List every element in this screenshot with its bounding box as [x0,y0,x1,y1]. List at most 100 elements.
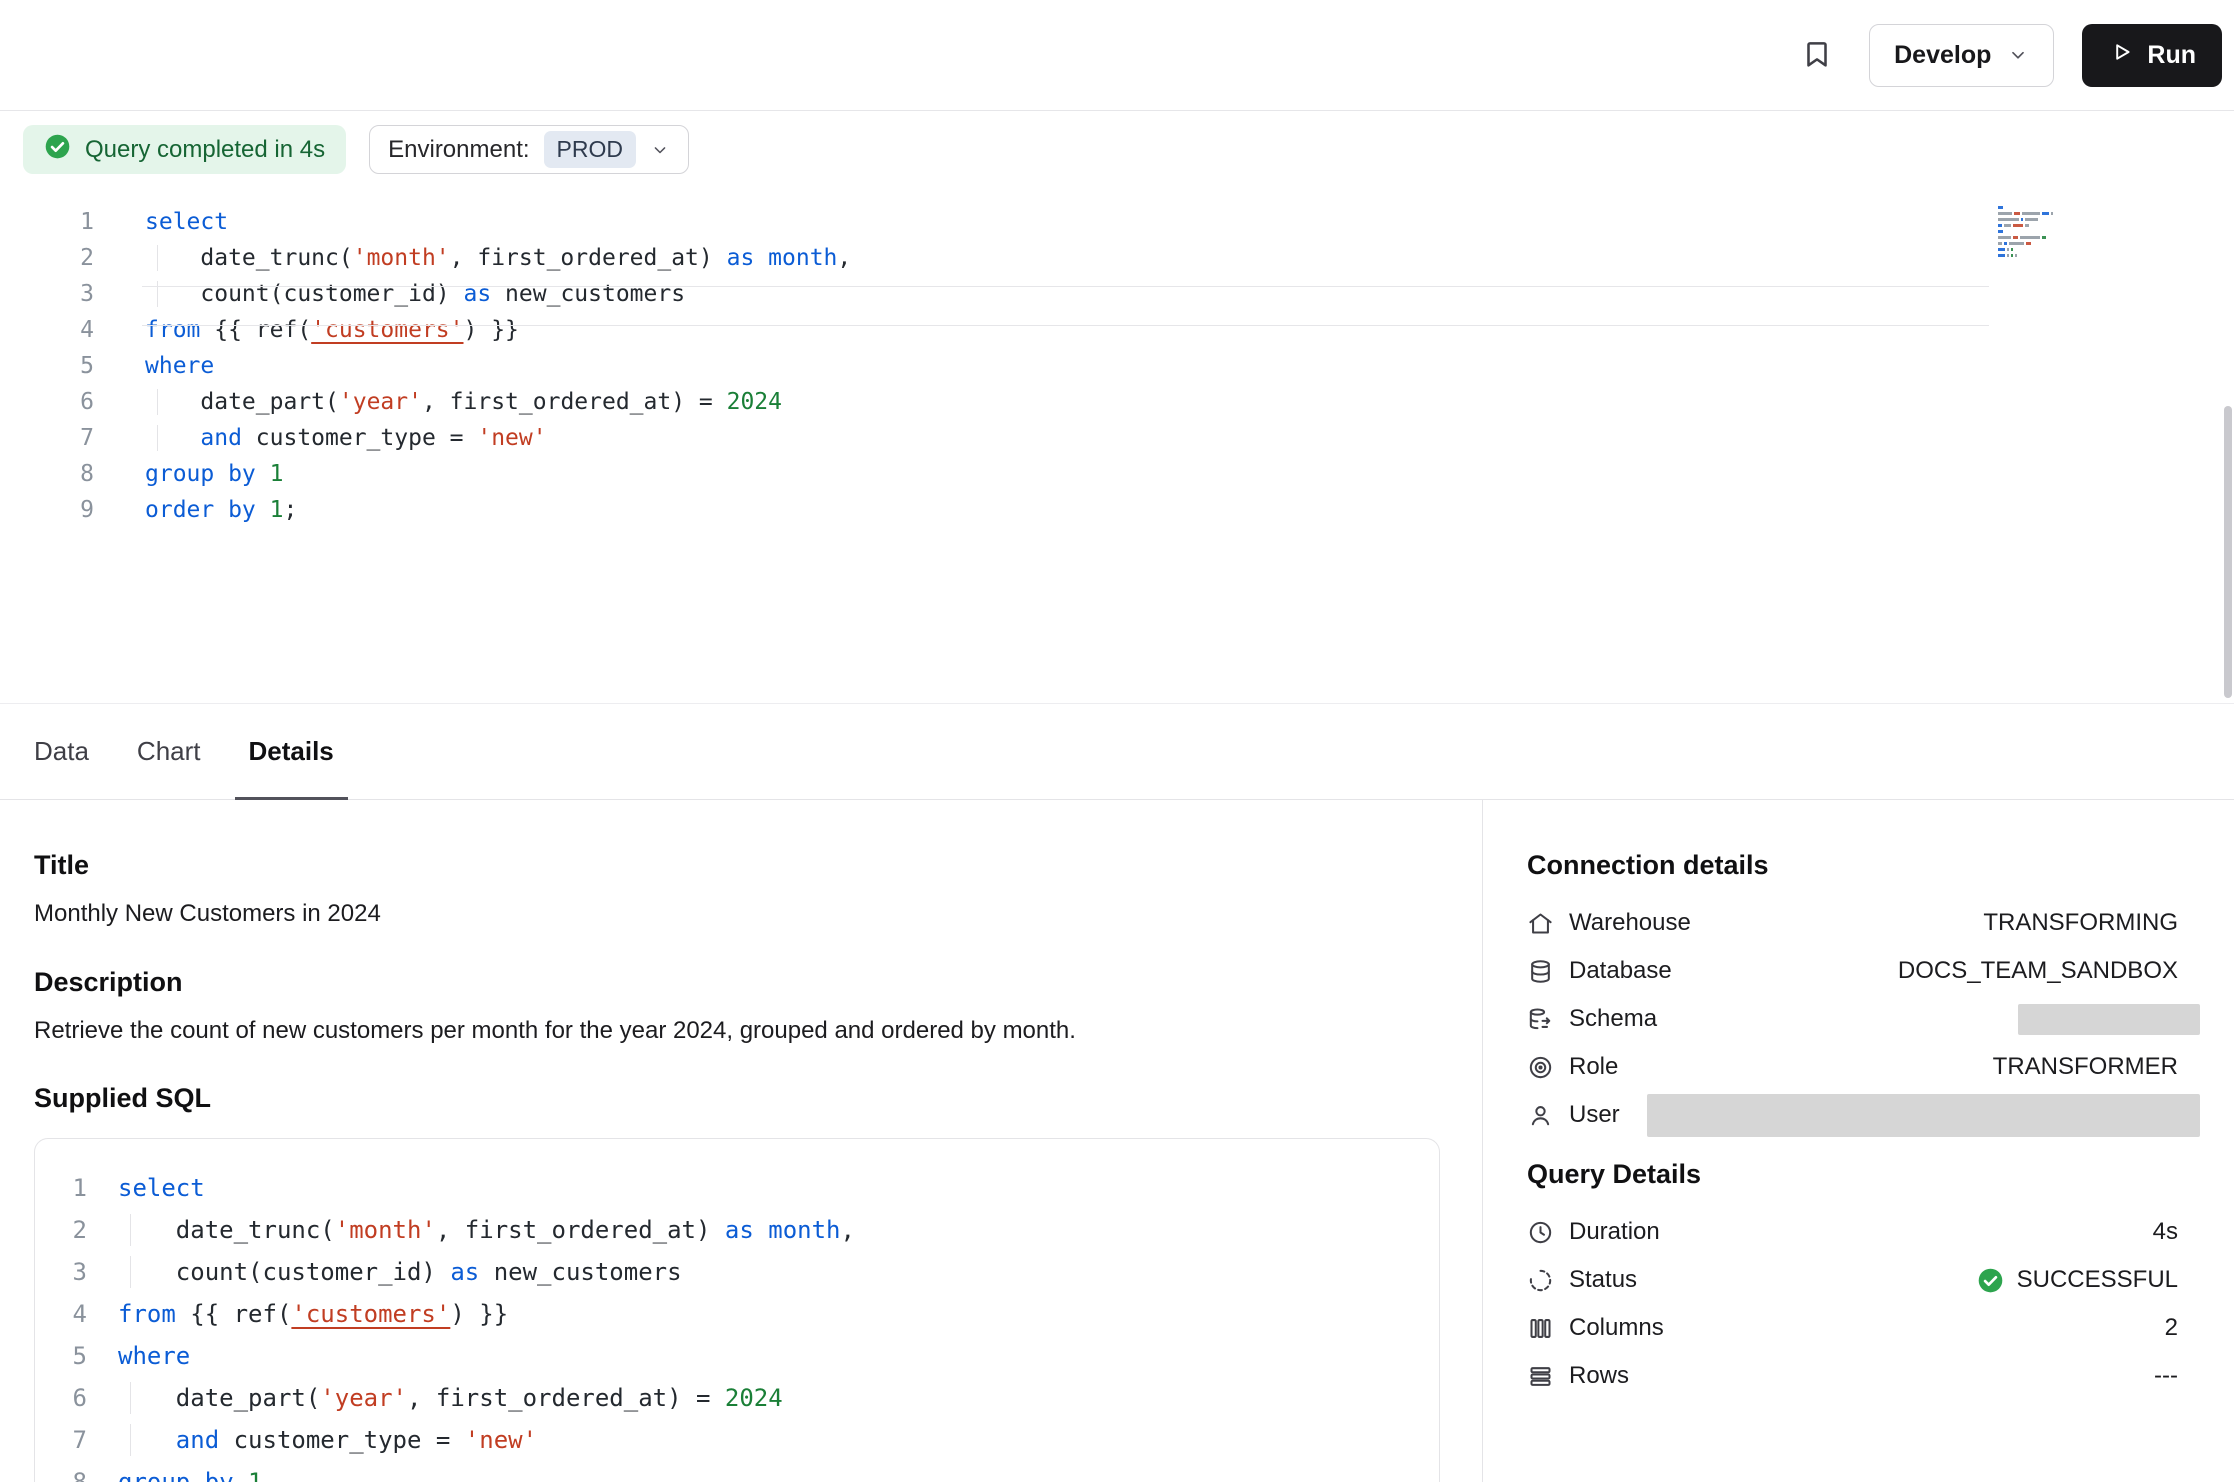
code-text: select [145,204,228,240]
tab-data[interactable]: Data [34,704,89,799]
schema-icon [1527,1006,1554,1033]
header-toolbar: Develop Run [0,0,2234,111]
indent-guide [157,389,158,415]
detail-row-warehouse: WarehouseTRANSFORMING [1527,899,2178,947]
columns-icon [1527,1315,1554,1342]
connection-details-rows: WarehouseTRANSFORMINGDatabaseDOCS_TEAM_S… [1527,899,2178,1139]
vertical-scrollbar[interactable] [2224,406,2232,698]
title-heading: Title [34,850,1442,881]
detail-label: Schema [1569,1005,1657,1033]
supplied-sql-heading: Supplied SQL [34,1083,1442,1114]
code-text: and customer_type = 'new' [118,1419,537,1461]
detail-row-role: Role TRANSFORMER [1527,1043,2178,1091]
line-number: 1 [0,204,94,240]
code-text: where [118,1335,190,1377]
code-line: 3 count(customer_id) as new_customers [0,276,2234,312]
play-icon [2108,39,2134,72]
indent-guide [130,1214,131,1246]
editor-minimap[interactable] [1998,206,2102,260]
code-text: where [145,348,214,384]
detail-label: Role [1569,1053,1618,1081]
redacted-value [2018,1004,2200,1035]
detail-value: 4s [2153,1218,2178,1246]
code-text: date_trunc('month', first_ordered_at) as… [145,240,851,276]
results-tab-bar: Data Chart Details [0,703,2234,800]
chevron-down-icon [2007,44,2029,66]
detail-row-user: User [1527,1091,2178,1139]
redacted-value [1647,1094,2200,1137]
code-text: count(customer_id) as new_customers [145,276,685,312]
tab-chart[interactable]: Chart [137,704,201,799]
detail-value: SUCCESSFUL [1977,1266,2178,1294]
code-line: 9 order by 1; [0,492,2234,528]
line-number: 8 [35,1461,87,1482]
code-line: 4from {{ ref('customers') }} [0,312,2234,348]
line-number: 3 [0,276,94,312]
connection-details-heading: Connection details [1527,850,2178,881]
indent-guide [130,1424,131,1456]
line-number: 9 [0,492,94,528]
detail-label: Database [1569,957,1672,985]
environment-label: Environment: [388,136,529,164]
environment-dropdown[interactable]: Environment: PROD [369,125,689,174]
warehouse-icon [1527,910,1554,937]
line-number: 4 [35,1293,87,1335]
code-text: from {{ ref('customers') }} [118,1293,508,1335]
code-line: 6 date_part('year', first_ordered_at) = … [35,1377,1439,1419]
run-button[interactable]: Run [2082,24,2222,87]
code-text: order by 1; [145,492,297,528]
sql-code-editor[interactable]: 1 select2 date_trunc('month', first_order… [0,204,2234,528]
detail-row-status: Status SUCCESSFUL [1527,1256,2178,1304]
code-line: 2 date_trunc('month', first_ordered_at) … [35,1209,1439,1251]
detail-value: TRANSFORMING [1983,909,2178,937]
indent-guide [157,425,158,451]
indent-guide [157,245,158,271]
line-number: 4 [0,312,94,348]
code-line: 1 select [35,1167,1439,1209]
detail-value: TRANSFORMER [1993,1053,2178,1081]
user-icon [1527,1102,1554,1129]
detail-row-rows: Rows--- [1527,1352,2178,1400]
tab-details[interactable]: Details [249,704,334,799]
line-number: 7 [0,420,94,456]
clock-icon [1527,1219,1554,1246]
code-line: 5 where [35,1335,1439,1377]
chevron-down-icon [650,140,670,160]
code-text: select [118,1167,205,1209]
indent-guide [130,1382,131,1414]
line-number: 8 [0,456,94,492]
detail-label: User [1569,1101,1620,1129]
line-number: 7 [35,1419,87,1461]
detail-label: Duration [1569,1218,1660,1246]
details-left-pane: Title Monthly New Customers in 2024 Desc… [0,800,1482,1482]
description-value: Retrieve the count of new customers per … [34,1014,1442,1048]
code-text: date_trunc('month', first_ordered_at) as… [118,1209,855,1251]
query-status-pill: Query completed in 4s [23,125,346,174]
code-line: 2 date_trunc('month', first_ordered_at) … [0,240,2234,276]
environment-value-badge: PROD [544,131,636,168]
line-number: 6 [35,1377,87,1419]
code-text: date_part('year', first_ordered_at) = 20… [145,384,782,420]
detail-label: Status [1569,1266,1637,1294]
supplied-sql-code-block: 1 select2 date_trunc('month', first_order… [34,1138,1440,1482]
code-text: and customer_type = 'new' [145,420,547,456]
code-line: 8group by 1 [0,456,2234,492]
detail-value: 2 [2165,1314,2178,1342]
line-number: 5 [0,348,94,384]
query-status-text: Query completed in 4s [85,136,325,164]
code-line: 4 from {{ ref('customers') }} [35,1293,1439,1335]
query-details-rows: Duration 4s Status SUCCESSFUL Columns 2 Rows--… [1527,1208,2178,1400]
code-line: 5 where [0,348,2234,384]
detail-value [2018,1004,2178,1035]
rows-icon [1527,1363,1554,1390]
line-number: 1 [35,1167,87,1209]
code-text: date_part('year', first_ordered_at) = 20… [118,1377,783,1419]
detail-label: Columns [1569,1314,1664,1342]
code-line: 1 select [0,204,2234,240]
details-right-pane: Connection details WarehouseTRANSFORMING… [1482,800,2234,1482]
bookmark-button[interactable] [1793,31,1841,79]
line-number: 5 [35,1335,87,1377]
code-text: group by 1 [118,1461,263,1482]
status-bar: Query completed in 4s Environment: PROD [23,125,689,174]
develop-dropdown-button[interactable]: Develop [1869,24,2054,87]
